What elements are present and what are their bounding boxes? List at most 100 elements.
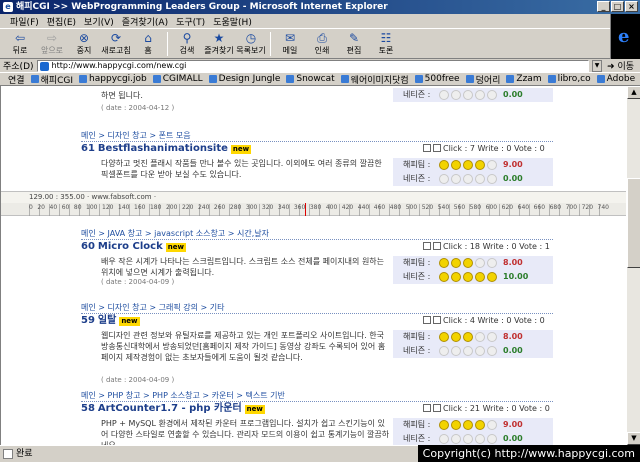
face-icon (451, 160, 461, 170)
copyright-watermark: Copyright(c) http://www.happycgi.com (417, 445, 640, 462)
back-button[interactable]: ⇦ 뒤로 (4, 31, 36, 56)
link-500free[interactable]: 500free (414, 74, 460, 84)
mail-button[interactable]: ✉ 메일 (274, 31, 306, 56)
post-date: ( date : 2004-04-09 ) (101, 376, 175, 384)
breadcrumb[interactable]: 메인 > 디자인 창고 > 그래픽 강의 > 기타 (81, 302, 553, 314)
expert-rating: 해피팀 : 9.00 (403, 420, 523, 430)
post-desc: 웹디자인 관련 정보와 유틸자료를 제공하고 있는 개인 포트폴리오 사이트입니… (101, 331, 386, 362)
links-label: 연결 (8, 75, 25, 86)
edit-button[interactable]: ✎ 편집 (338, 31, 370, 56)
save-icon (433, 242, 441, 250)
menu-help[interactable]: 도움말(H) (213, 15, 252, 28)
edit-icon: ✎ (348, 31, 360, 45)
face-icon (475, 174, 485, 184)
post-desc: 배우 작은 시계가 나타나는 스크립트입니다. 스크립트 소스 전체를 페이지내… (101, 257, 385, 277)
history-icon: ◷ (245, 31, 257, 45)
vertical-scrollbar[interactable]: ▲ ▼ (626, 86, 640, 445)
post-stats: Click : 4 Write : 0 Vote : 0 (393, 316, 553, 325)
stop-icon: ⊗ (78, 31, 90, 45)
forward-button[interactable]: ⇨ 앞으로 (36, 31, 68, 56)
search-icon: ⚲ (182, 31, 192, 45)
maximize-button[interactable]: □ (611, 1, 624, 12)
address-input[interactable]: http://www.happycgi.com/new.cgi (36, 59, 590, 72)
breadcrumb[interactable]: 메인 > JAVA 창고 > javascript 소스창고 > 시간,날자 (81, 228, 553, 240)
link-icon (30, 75, 39, 83)
link-zzam[interactable]: Zzam (506, 74, 542, 84)
scroll-thumb[interactable] (627, 178, 640, 268)
toolbar-separator (270, 31, 271, 56)
menu-tools[interactable]: 도구(T) (176, 15, 205, 28)
new-badge: new (230, 145, 252, 154)
face-icon (475, 160, 485, 170)
link-happycgi[interactable]: 해피CGI (30, 73, 73, 85)
link-design-jungle[interactable]: Design Jungle (208, 74, 280, 84)
print-button[interactable]: ⎙ 인쇄 (306, 31, 338, 56)
favorites-icon: ★ (213, 31, 225, 45)
page-icon (423, 242, 431, 250)
link-happycgi-job[interactable]: happycgi.job (79, 74, 147, 84)
ie-app-icon: e (3, 2, 13, 12)
minimize-button[interactable]: _ (597, 1, 610, 12)
address-label: 주소(D) (3, 62, 34, 72)
menu-view[interactable]: 보기(V) (84, 15, 114, 28)
face-icon (439, 174, 449, 184)
breadcrumb[interactable]: 메인 > 디자인 창고 > 폰트 모음 (81, 130, 553, 142)
face-icon (487, 346, 497, 356)
close-button[interactable]: × (625, 1, 638, 12)
screen-ruler[interactable]: 129.00 : 355.00 · www.fabsoft.com · 0 20 4… (1, 191, 626, 216)
link-icon (208, 75, 217, 83)
link-wareimage[interactable]: 웨어이미지닷컴 (340, 73, 409, 85)
mail-icon: ✉ (284, 31, 296, 45)
home-button[interactable]: ⌂ 홈 (132, 31, 164, 56)
new-badge: new (165, 243, 186, 252)
link-adobe[interactable]: Adobe (596, 74, 635, 84)
link-icon (506, 75, 515, 83)
link-deongeori[interactable]: 덩어리 (465, 73, 500, 85)
face-icon (451, 332, 461, 342)
forward-icon: ⇨ (46, 31, 58, 45)
link-libro[interactable]: libro,co (547, 74, 591, 84)
status-text: 완료 (16, 449, 33, 459)
refresh-button[interactable]: ⟳ 새로고침 (100, 31, 132, 56)
page-done-icon (3, 449, 13, 459)
favorites-button[interactable]: ★ 즐겨찾기 (203, 31, 235, 56)
ruler-readout: 129.00 : 355.00 · www.fabsoft.com · (1, 192, 626, 203)
post-59: 메인 > 디자인 창고 > 그래픽 강의 > 기타 59 일탈 new Click … (81, 302, 553, 384)
rating-box: 해피팀 : 8.00 네티즌 : 0.00 (393, 330, 553, 358)
face-icon (475, 434, 485, 444)
face-icon (439, 332, 449, 342)
face-icon (475, 258, 485, 268)
refresh-icon: ⟳ (110, 31, 122, 45)
browser-window: e 해피CGI >> WebProgramming Leaders Group … (0, 0, 640, 462)
page-icon (423, 316, 431, 324)
menu-edit[interactable]: 편집(E) (47, 15, 76, 28)
link-snowcat[interactable]: Snowcat (286, 74, 335, 84)
face-icon (463, 272, 473, 282)
face-icon (451, 258, 461, 268)
link-cgimall[interactable]: CGIMALL (152, 74, 203, 84)
breadcrumb[interactable]: 메인 > PHP 창고 > PHP 소스창고 > 카운터 > 텍스트 기반 (81, 390, 553, 402)
home-icon: ⌂ (144, 31, 152, 45)
history-button[interactable]: ◷ 목록보기 (235, 31, 267, 56)
stop-button[interactable]: ⊗ 중지 (68, 31, 100, 56)
expert-rating: 해피팀 : 9.00 (403, 160, 523, 170)
rating-box: 해피팀 : 8.00 네티즌 : 10.00 (393, 256, 553, 284)
face-icon (451, 174, 461, 184)
menu-file[interactable]: 파일(F) (10, 15, 39, 28)
post-desc: 다양하고 멋진 플래시 작품들 만나 볼수 있는 곳입니다. 이외에도 여러 종… (101, 159, 382, 179)
scroll-up-button[interactable]: ▲ (627, 86, 640, 99)
face-icon (451, 434, 461, 444)
link-icon (152, 75, 161, 83)
face-icon (475, 272, 485, 282)
scroll-down-button[interactable]: ▼ (627, 432, 640, 445)
search-button[interactable]: ⚲ 검색 (171, 31, 203, 56)
post-stats: Click : 7 Write : 0 Vote : 0 (393, 144, 553, 153)
address-dropdown[interactable]: ▼ (592, 59, 603, 72)
netizen-rating: 네티즌 : 0.00 (403, 346, 523, 356)
go-button[interactable]: ➜ 이동 (605, 59, 640, 72)
face-icon (487, 258, 497, 268)
post-desc: 하면 됩니다. (101, 91, 143, 100)
discuss-button[interactable]: ☷ 토론 (370, 31, 402, 56)
face-icon (487, 90, 497, 100)
menu-favorites[interactable]: 즐겨찾기(A) (122, 15, 168, 28)
